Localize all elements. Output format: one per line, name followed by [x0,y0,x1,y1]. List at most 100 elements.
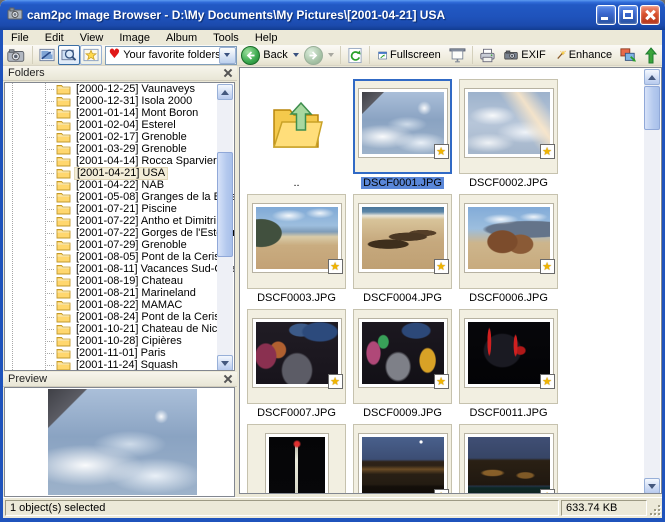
camera-button[interactable] [3,45,29,65]
thumbnail-label: DSCF0006.JPG [459,292,558,304]
window-title: cam2pc Image Browser - D:\My Documents\M… [27,8,445,22]
enhance-button[interactable]: Enhance [551,45,617,65]
tree-item-label: [2000-12-25] Vaunaveys [74,84,197,95]
refresh-button[interactable] [344,45,366,65]
resize-grip[interactable] [648,503,660,515]
tree-item[interactable]: [2001-04-22] NAB [5,179,234,191]
fullscreen-button[interactable]: Fullscreen [373,45,446,65]
tree-item-label: [2001-05-08] Granges de la Brasque [74,192,235,203]
scroll-up-button[interactable] [644,69,660,85]
tree-item[interactable]: [2000-12-25] Vaunaveys [5,83,234,95]
tree-item[interactable]: [2001-10-21] Chateau de Nice [5,323,234,335]
thumbnail-item[interactable]: ★ [353,424,452,494]
tree-item[interactable]: [2001-11-01] Paris [5,347,234,359]
combo-dropdown-button[interactable] [219,47,236,64]
tree-item-label: [2001-11-01] Paris [74,348,168,359]
thumbnail-image [362,207,444,269]
arrow-down-icon [648,484,656,489]
browse-button[interactable] [58,45,80,65]
slideshow-button[interactable] [446,45,469,65]
tree-item[interactable]: [2001-10-28] Cipières [5,335,234,347]
tree-item-label: [2001-08-11] Vacances Sud-Ouest [74,264,235,275]
favorites-button[interactable] [80,45,102,65]
menu-item-edit[interactable]: Edit [37,31,72,45]
menu-item-view[interactable]: View [72,31,112,45]
tree-item[interactable]: [2001-02-17] Grenoble [5,131,234,143]
tree-item[interactable]: [2001-08-19] Chateau [5,275,234,287]
back-label: Back [263,49,287,61]
scrollbar-thumb[interactable] [217,152,233,257]
scroll-up-button[interactable] [217,84,233,100]
forward-button[interactable] [302,45,336,65]
thumbnail-label: DSCF0002.JPG [459,177,558,189]
image-viewer-button[interactable] [36,45,58,65]
tree-item[interactable]: [2001-03-29] Grenoble [5,143,234,155]
tree-item[interactable]: [2001-08-22] MAMAC [5,299,234,311]
menu-item-help[interactable]: Help [247,31,286,45]
thumbnail-item[interactable]: ★DSCF0006.JPG [459,194,558,309]
close-button[interactable] [640,5,660,25]
folder-icon [56,311,71,323]
tree-item-label: [2001-04-21] USA [74,167,168,180]
folders-scrollbar[interactable] [217,84,233,371]
tree-item-label: [2001-11-24] Squash [74,360,180,371]
fullscreen-icon [378,48,387,63]
tree-item[interactable]: [2001-01-14] Mont Boron [5,107,234,119]
printer-icon [479,47,496,64]
scrollbar-thumb[interactable] [644,86,660,130]
print-button[interactable] [476,45,499,65]
thumbnail-item[interactable]: ★DSCF0002.JPG [459,79,558,194]
tree-item[interactable]: [2001-07-22] Gorges de l'Esteron [5,227,234,239]
thumbnail-label: DSCF0004.JPG [353,292,452,304]
exif-button[interactable]: EXIF [499,45,551,65]
favorite-folders-combo[interactable]: ♥ Your favorite folders [105,46,237,65]
tree-item[interactable]: [2001-02-04] Esterel [5,119,234,131]
thumbnail-item[interactable]: ★ [459,424,558,494]
minimize-button[interactable] [596,5,616,25]
title-bar[interactable]: cam2pc Image Browser - D:\My Documents\M… [0,0,665,30]
minimize-icon [601,17,608,20]
close-folders-panel-button[interactable] [224,69,232,77]
tree-item-selected[interactable]: [2001-04-21] USA [5,167,234,179]
tree-item[interactable]: [2001-07-21] Piscine [5,203,234,215]
tree-item[interactable]: [2001-08-21] Marineland [5,287,234,299]
maximize-button[interactable] [618,5,638,25]
tree-item[interactable]: [2001-08-11] Vacances Sud-Ouest [5,263,234,275]
tree-item[interactable]: [2001-07-29] Grenoble [5,239,234,251]
back-button[interactable]: Back [240,45,303,65]
scroll-down-button[interactable] [644,478,660,494]
camera-icon [6,47,26,64]
tree-item[interactable]: [2001-08-24] Pont de la Cerise [5,311,234,323]
menu-item-tools[interactable]: Tools [205,31,247,45]
tree-item-label: [2001-04-22] NAB [74,180,166,191]
tree-item[interactable]: [2001-04-14] Rocca Sparviera [5,155,234,167]
favorite-star-badge: ★ [434,259,449,274]
scroll-down-button[interactable] [217,355,233,371]
thumbnail-parent-folder[interactable]: .. [247,79,346,194]
tree-item[interactable]: [2001-07-22] Antho et Dimitri [5,215,234,227]
thumbnails-scrollbar[interactable] [644,69,660,494]
convert-button[interactable] [617,45,640,65]
tree-item-label: [2001-03-29] Grenoble [74,144,189,155]
thumbnail-item-selected[interactable]: ★DSCF0001.JPG [353,79,452,194]
thumbnail-item[interactable]: ★DSCF0007.JPG [247,309,346,424]
folder-icon [56,107,71,119]
upload-button[interactable] [640,45,662,65]
thumbnail-item[interactable]: ★DSCF0003.JPG [247,194,346,309]
tree-item[interactable]: [2001-11-24] Squash [5,359,234,371]
preview-panel [4,387,235,497]
thumbnail-item[interactable]: ★ DSCF0004.JPG [353,194,452,309]
tree-item[interactable]: [2000-12-31] Isola 2000 [5,95,234,107]
thumbnail-item[interactable]: ★DSCF0011.JPG [459,309,558,424]
menu-item-file[interactable]: File [3,31,37,45]
close-icon [645,10,655,20]
thumbnail-item[interactable]: ★DSCF0009.JPG [353,309,452,424]
tree-item-label: [2001-08-05] Pont de la Cerise [74,252,228,263]
back-menu-caret[interactable] [293,53,299,57]
close-preview-panel-button[interactable] [224,375,232,383]
tree-item[interactable]: [2001-05-08] Granges de la Brasque [5,191,234,203]
tree-item[interactable]: [2001-08-05] Pont de la Cerise [5,251,234,263]
thumbnail-item[interactable]: ★ [247,424,346,494]
menu-item-album[interactable]: Album [158,31,205,45]
menu-item-image[interactable]: Image [111,31,158,45]
